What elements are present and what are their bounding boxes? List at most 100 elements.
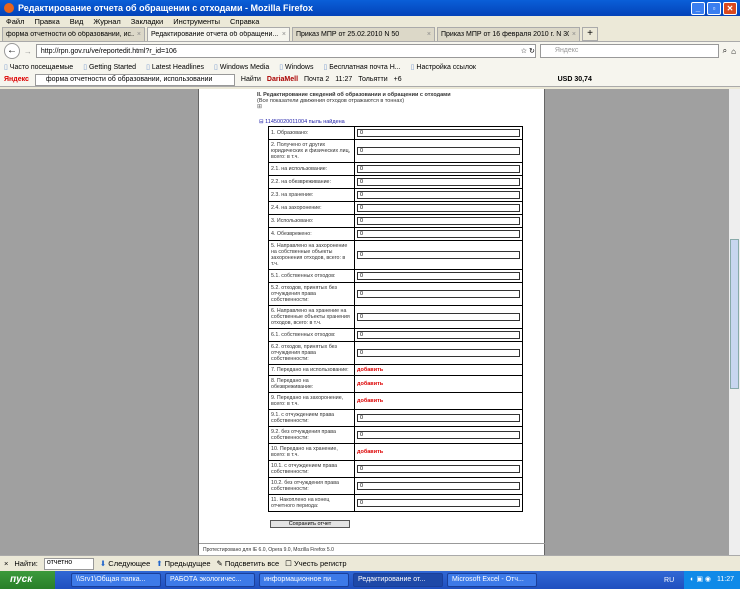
menu-item[interactable]: Файл [6,17,24,26]
scrollbar[interactable] [729,89,740,555]
value-input[interactable] [357,178,520,186]
home-icon[interactable]: ⌂ [731,47,736,56]
row-value-cell [354,409,523,427]
yandex-logo[interactable]: Яндекс [4,76,29,83]
value-input[interactable] [357,230,520,238]
forward-button[interactable]: → [24,47,32,56]
reload-icon[interactable]: ↻ [529,47,535,55]
save-report-button[interactable]: Сохранить отчет [270,520,350,528]
row-value-cell [354,227,523,241]
match-case-checkbox[interactable]: ☐ Учесть регистр [285,559,346,568]
bookmark-item[interactable]: Getting Started [83,63,136,71]
bookmark-item[interactable]: Windows Media [214,63,269,71]
add-link[interactable]: добавить [357,367,383,373]
bookmark-item[interactable]: Windows [279,63,313,71]
row-label: 5.2. отходов, принятых без отчуждения пр… [268,282,355,306]
menu-item[interactable]: Правка [34,17,59,26]
tab-3[interactable]: Приказ МПР от 25.02.2010 N 50 × [292,27,435,41]
tray-icons[interactable]: ◐ ▣ ◉ [690,571,711,589]
new-tab-button[interactable]: + [582,27,598,41]
row-label: 2.3. на хранение: [268,188,355,202]
row-value-cell [354,477,523,495]
find-next-button[interactable]: ⬇ Следующее [100,559,150,568]
language-indicator[interactable]: RU [664,577,674,584]
close-tab-icon[interactable]: × [282,31,286,38]
taskbar-item[interactable]: Microsoft Excel - Отч... [447,573,537,587]
find-prev-button[interactable]: ⬆ Предыдущее [156,559,210,568]
menu-item[interactable]: Инструменты [173,17,220,26]
waste-link[interactable]: ⊟ 11450020011004 пыль найдена [259,119,345,125]
value-input[interactable] [357,465,520,473]
start-button[interactable]: пуск [0,571,55,589]
maximize-button[interactable]: ▫ [707,1,721,15]
row-label: 5. Направлено на захоронение на собствен… [268,240,355,270]
tab-2-active[interactable]: Редактирование отчета об обращени... × [147,27,290,41]
search-input[interactable]: Яндекс [539,44,719,58]
add-link[interactable]: добавить [357,449,383,455]
close-button[interactable]: ✕ [723,1,737,15]
add-link[interactable]: добавить [357,381,383,387]
add-link[interactable]: добавить [357,398,383,404]
search-icon[interactable]: ⌕ [723,46,727,56]
value-input[interactable] [357,331,520,339]
close-tab-icon[interactable]: × [427,31,431,38]
menu-item[interactable]: Закладки [131,17,163,26]
value-input[interactable] [357,272,520,280]
tab-label: форма отчетности об образовании, ис... [6,31,134,38]
taskbar-item[interactable]: \\Srv1\Общая папка... [71,573,161,587]
url-bar[interactable]: http://rpn.gov.ru/ve/reportedit.html?r_i… [35,44,536,58]
bookmark-item[interactable]: Настройка ссылок [411,63,476,71]
value-input[interactable] [357,349,520,357]
value-input[interactable] [357,129,520,137]
value-input[interactable] [357,290,520,298]
menu-item[interactable]: Вид [70,17,84,26]
row-value-cell [354,494,523,512]
scrollbar-thumb[interactable] [730,239,739,389]
value-input[interactable] [357,251,520,259]
taskbar-item[interactable]: РАБОТА экологичес... [165,573,255,587]
yandex-user[interactable]: DariaMell [267,76,298,83]
yandex-city[interactable]: Тольятти [358,76,387,83]
find-next-label: Следующее [108,559,151,568]
minimize-button[interactable]: _ [691,1,705,15]
value-input[interactable] [357,204,520,212]
menu-item[interactable]: Журнал [93,17,120,26]
yandex-usd[interactable]: USD 30,74 [558,76,592,83]
close-find-icon[interactable]: × [4,559,8,568]
table-row: 10.2. без отчуждения права собственности… [268,477,523,495]
highlight-all-button[interactable]: ✎ Подсветить все [217,559,280,568]
value-input[interactable] [357,499,520,507]
close-tab-icon[interactable]: × [572,31,576,38]
find-prev-label: Предыдущее [164,559,211,568]
value-input[interactable] [357,191,520,199]
bookmark-star-icon[interactable]: ☆ [521,47,527,55]
value-input[interactable] [357,165,520,173]
bookmark-item[interactable]: Часто посещаемые [4,63,73,71]
tab-label: Приказ МПР от 16 февраля 2010 г. N 30 [441,31,569,38]
value-input[interactable] [357,217,520,225]
value-input[interactable] [357,482,520,490]
tab-1[interactable]: форма отчетности об образовании, ис... × [2,27,145,41]
value-input[interactable] [357,431,520,439]
value-input[interactable] [357,414,520,422]
expand-icon[interactable]: ⊞ [257,103,262,110]
menu-item[interactable]: Справка [230,17,259,26]
menu-bar: Файл Правка Вид Журнал Закладки Инструменты Сп… [0,16,740,27]
back-button[interactable]: ← [4,43,20,59]
yandex-search-input[interactable]: форма отчетности об образовании, использ… [34,73,235,86]
tab-4[interactable]: Приказ МПР от 16 февраля 2010 г. N 30 × [437,27,580,41]
taskbar-item-active[interactable]: Редактирование от... [353,573,443,587]
yandex-find-button[interactable]: Найти [241,76,261,83]
value-input[interactable] [357,313,520,321]
bookmark-item[interactable]: Latest Headlines [146,63,204,71]
url-text: http://rpn.gov.ru/ve/reportedit.html?r_i… [40,47,177,55]
value-input[interactable] [357,147,520,155]
yandex-mail[interactable]: Почта 2 [304,76,329,83]
taskbar-item[interactable]: информационное пи... [259,573,349,587]
close-tab-icon[interactable]: × [137,31,141,38]
window-title: Редактирование отчета об обращении с отх… [18,3,314,13]
find-input[interactable]: отчетно [43,557,94,570]
row-value-cell [354,460,523,478]
bookmark-item[interactable]: Бесплатная почта Н... [323,63,400,71]
row-value-cell [354,188,523,202]
